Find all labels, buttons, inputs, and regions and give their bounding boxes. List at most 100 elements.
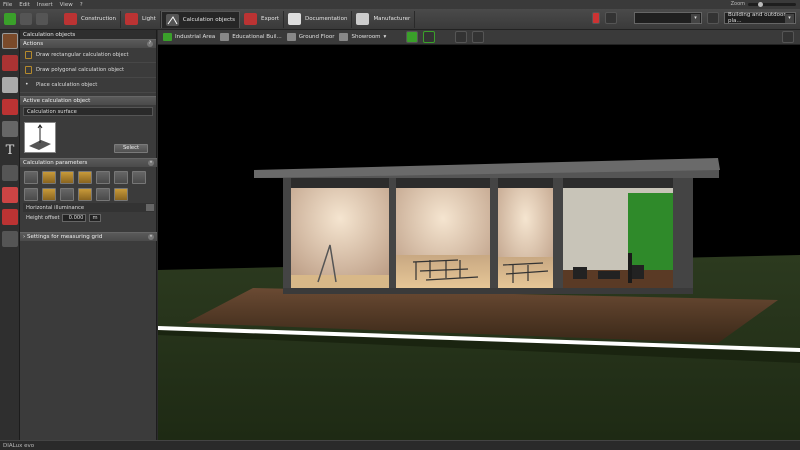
crumb-educational-building[interactable]: Educational Buil...: [220, 33, 282, 41]
height-offset-input[interactable]: 0.000: [62, 213, 87, 222]
measuring-grid-header-text: Settings for measuring grid: [26, 234, 103, 240]
3d-viewport[interactable]: [158, 45, 800, 440]
crumb-industrial-area[interactable]: Industrial Area: [163, 33, 215, 41]
page-icon[interactable]: [24, 188, 38, 201]
car-icon[interactable]: [2, 55, 18, 71]
menu-help[interactable]: ?: [80, 2, 83, 8]
calculation-parameters-header[interactable]: Calculation parameters «: [20, 158, 157, 167]
camera-icon[interactable]: [41, 188, 56, 201]
tab-light[interactable]: Light: [121, 10, 161, 28]
tab-manufacturer[interactable]: Manufacturer: [352, 10, 416, 28]
app-name: DIALux evo: [3, 442, 35, 449]
menu-file[interactable]: File: [3, 2, 12, 8]
glasses-icon[interactable]: [95, 171, 110, 184]
chevron-down-icon[interactable]: ▾: [691, 14, 700, 23]
action-draw-rectangular[interactable]: Draw rectangular calculation object: [20, 48, 156, 63]
scene-render: [158, 45, 800, 440]
documentation-icon: [288, 13, 302, 25]
action-place-object-label: Place calculation object: [36, 82, 98, 88]
height-offset-label: Height offset: [26, 214, 60, 221]
save-icon[interactable]: [4, 13, 16, 25]
light-icon: [125, 13, 139, 25]
vertical-illuminance-button[interactable]: [59, 171, 74, 184]
zoom-slider-knob[interactable]: [758, 1, 763, 7]
horizontal-illuminance-button[interactable]: [41, 171, 56, 184]
status-bar: DIALux evo: [0, 440, 800, 450]
menu-insert[interactable]: Insert: [37, 2, 53, 8]
main-toolbar: Construction Light Calculation objects E…: [0, 9, 800, 30]
monitor-icon[interactable]: [707, 12, 719, 24]
help-icon[interactable]: ?: [147, 41, 153, 47]
construction-icon: [64, 13, 77, 25]
left-tool-sidebar: T: [0, 30, 20, 440]
report-icon[interactable]: [2, 209, 18, 225]
grid-icon[interactable]: [113, 171, 128, 184]
tab-documentation[interactable]: Documentation: [284, 10, 353, 28]
actions-header[interactable]: Actions ?: [20, 39, 156, 48]
tab-construction[interactable]: Construction: [60, 10, 122, 28]
cylinder-icon[interactable]: [95, 188, 110, 201]
cube-icon[interactable]: [131, 171, 146, 184]
dimension-icon[interactable]: [2, 165, 18, 181]
tab-export[interactable]: Export: [240, 10, 285, 28]
zoom-label: Zoom: [730, 1, 745, 7]
select-button[interactable]: Select: [114, 144, 148, 153]
illuminance-edit-icon[interactable]: [146, 204, 154, 211]
ground-icon[interactable]: [2, 33, 18, 49]
tab-light-label: Light: [142, 16, 156, 22]
zoom-slider[interactable]: [748, 1, 796, 7]
3d-view-icon[interactable]: [406, 31, 419, 43]
camera-view-icon[interactable]: [455, 31, 468, 43]
collapse-icon[interactable]: «: [148, 234, 154, 240]
crumb-showroom[interactable]: Showroom ▾: [339, 33, 386, 41]
tab-calculation-objects[interactable]: Calculation objects: [160, 10, 241, 28]
tab-documentation-label: Documentation: [305, 16, 348, 22]
undo-icon[interactable]: [20, 13, 32, 25]
menu-view[interactable]: View: [60, 2, 73, 8]
actions-header-label: Actions: [23, 41, 44, 47]
2d-view-icon[interactable]: [423, 31, 436, 43]
tab-calculation-objects-label: Calculation objects: [182, 16, 236, 23]
view-toggle-icon[interactable]: [605, 12, 617, 24]
action-draw-polygonal[interactable]: Draw polygonal calculation object: [20, 63, 156, 78]
toolbar-right: ▾ Building and outdoor pla... ▾: [592, 12, 796, 24]
maximize-icon[interactable]: [782, 31, 794, 43]
illuminance-label: Horizontal illuminance: [26, 204, 85, 211]
cabinet-icon[interactable]: [2, 99, 18, 115]
action-place-object[interactable]: • Place calculation object: [20, 78, 156, 93]
collapse-icon[interactable]: «: [148, 160, 154, 166]
active-object-header[interactable]: Active calculation object: [20, 96, 156, 105]
chevron-down-icon[interactable]: ▾: [384, 34, 387, 40]
calculation-parameters-header-label: Calculation parameters: [23, 160, 88, 166]
record-icon[interactable]: [592, 12, 600, 24]
action-draw-polygonal-label: Draw polygonal calculation object: [36, 67, 125, 73]
calculation-objects-panel: Calculation objects Actions ? Draw recta…: [20, 30, 157, 440]
calculation-objects-icon: [165, 13, 179, 26]
illuminance-row: Horizontal illuminance: [23, 203, 154, 212]
mode-dropdown[interactable]: Building and outdoor pla... ▾: [724, 12, 796, 24]
measuring-grid-header[interactable]: › Settings for measuring grid «: [20, 232, 157, 241]
material-icon[interactable]: [2, 187, 18, 203]
surface-preview-icon: [25, 123, 55, 152]
redo-icon[interactable]: [36, 13, 48, 25]
panel-title: Calculation objects: [20, 30, 156, 39]
door-icon[interactable]: [2, 77, 18, 93]
chevron-down-icon[interactable]: ▾: [785, 14, 794, 23]
active-object-field: Calculation surface: [23, 107, 153, 116]
measure-arrow-icon[interactable]: [113, 188, 128, 201]
crumb-ground-floor[interactable]: Ground Floor: [286, 33, 334, 41]
perpendicular-illuminance-button[interactable]: [77, 171, 92, 184]
settings-icon[interactable]: [2, 231, 18, 247]
sun-icon[interactable]: [77, 188, 92, 201]
floor-icon: [286, 33, 296, 41]
menu-edit[interactable]: Edit: [19, 2, 30, 8]
eye-icon[interactable]: [59, 188, 74, 201]
active-object-header-label: Active calculation object: [23, 98, 91, 104]
height-offset-unit: m: [89, 213, 101, 222]
measure-icon[interactable]: [2, 121, 18, 137]
text-icon[interactable]: T: [2, 143, 18, 159]
view-dropdown[interactable]: ▾: [634, 12, 702, 24]
illuminance-button[interactable]: [24, 171, 38, 184]
parameter-buttons: [23, 170, 157, 204]
fit-view-icon[interactable]: [472, 31, 485, 43]
